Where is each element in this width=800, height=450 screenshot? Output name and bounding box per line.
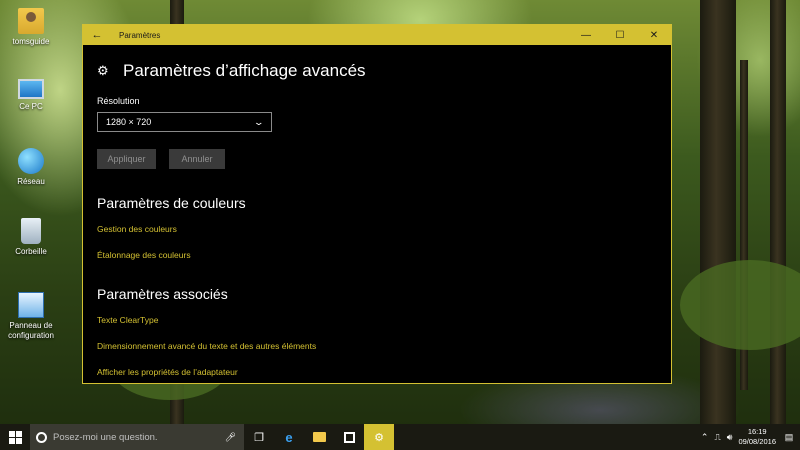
desktop-icon-label: Ce PC	[19, 102, 43, 111]
resolution-dropdown[interactable]: 1280 × 720 ⌄	[97, 112, 272, 132]
window-title: Paramètres	[119, 30, 161, 40]
network-icon	[18, 148, 44, 174]
task-view-button[interactable]: ❐	[244, 424, 274, 450]
taskbar: Posez-moi une question. 🎤︎ ❐ e ⚙ ⌃ ⎍ 🔊︎ …	[0, 424, 800, 450]
window-titlebar[interactable]: ← Paramètres — ☐ ✕	[83, 25, 671, 45]
system-tray: ⌃ ⎍ 🔊︎ 16:19 09/08/2016 ▤	[701, 427, 800, 447]
gear-icon: ⚙	[374, 431, 384, 444]
cortana-icon	[36, 431, 47, 443]
settings-window: ← Paramètres — ☐ ✕ ⚙ Paramètres d’affich…	[82, 24, 672, 384]
cleartype-link[interactable]: Texte ClearType	[97, 315, 671, 325]
recycle-bin-icon	[21, 218, 41, 244]
network-tray-icon[interactable]: ⎍	[714, 432, 720, 443]
clock-time: 16:19	[747, 427, 767, 436]
search-placeholder: Posez-moi une question.	[53, 431, 158, 443]
notification-icon[interactable]: ▤	[782, 432, 796, 443]
foliage	[680, 260, 800, 350]
page-header: ⚙ Paramètres d’affichage avancés	[97, 60, 671, 82]
microphone-icon[interactable]: 🎤︎	[225, 432, 236, 443]
desktop-icon-user-folder[interactable]: tomsguide	[0, 8, 62, 47]
apply-button[interactable]: Appliquer	[97, 149, 156, 169]
settings-taskbar-button[interactable]: ⚙	[364, 424, 394, 450]
settings-content: ⚙ Paramètres d’affichage avancés Résolut…	[83, 60, 671, 377]
back-arrow-icon[interactable]: ←	[83, 25, 111, 45]
minimize-button[interactable]: —	[569, 25, 603, 45]
store-button[interactable]	[334, 424, 364, 450]
task-view-icon: ❐	[254, 431, 264, 444]
cortana-search-box[interactable]: Posez-moi une question. 🎤︎	[30, 424, 244, 450]
color-settings-heading: Paramètres de couleurs	[97, 195, 246, 211]
gear-icon: ⚙	[97, 63, 109, 78]
start-button[interactable]	[0, 424, 30, 450]
desktop-icon-control-panel[interactable]: Panneau de configuration	[0, 292, 62, 341]
cancel-button[interactable]: Annuler	[169, 149, 225, 169]
desktop-icon-label: tomsguide	[12, 37, 50, 46]
resolution-value: 1280 × 720	[106, 117, 152, 127]
adapter-properties-link[interactable]: Afficher les propriétés de l’adaptateur	[97, 367, 671, 377]
folder-icon	[312, 432, 326, 442]
computer-icon	[18, 79, 44, 99]
tree-trunk	[700, 0, 736, 424]
action-buttons: Appliquer Annuler	[97, 149, 671, 169]
color-calibration-link[interactable]: Étalonnage des couleurs	[97, 250, 671, 260]
chevron-down-icon: ⌄	[253, 116, 265, 127]
control-panel-icon	[18, 292, 44, 318]
color-management-link[interactable]: Gestion des couleurs	[97, 224, 671, 234]
store-icon	[343, 431, 355, 443]
windows-logo-icon	[8, 430, 22, 444]
close-button[interactable]: ✕	[637, 25, 671, 45]
desktop-icon-network[interactable]: Réseau	[0, 148, 62, 187]
related-settings-heading: Paramètres associés	[97, 286, 228, 302]
desktop-icon-label: Corbeille	[15, 247, 47, 256]
volume-icon[interactable]: 🔊︎	[727, 432, 733, 443]
edge-button[interactable]: e	[274, 424, 304, 450]
desktop-icon-label: Panneau de configuration	[8, 321, 54, 340]
desktop-icon-recycle-bin[interactable]: Corbeille	[0, 218, 62, 257]
page-title: Paramètres d’affichage avancés	[123, 61, 366, 80]
desktop-icon-this-pc[interactable]: Ce PC	[0, 76, 62, 112]
tree-trunk	[770, 0, 786, 424]
resolution-label: Résolution	[97, 96, 140, 106]
edge-icon: e	[285, 429, 293, 445]
chevron-up-icon[interactable]: ⌃	[701, 432, 709, 443]
user-folder-icon	[18, 8, 44, 34]
desktop-icon-label: Réseau	[17, 177, 45, 186]
maximize-button[interactable]: ☐	[603, 25, 637, 45]
file-explorer-button[interactable]	[304, 424, 334, 450]
clock[interactable]: 16:19 09/08/2016	[738, 427, 776, 447]
clock-date: 09/08/2016	[738, 437, 776, 446]
advanced-text-sizing-link[interactable]: Dimensionnement avancé du texte et des a…	[97, 341, 671, 351]
